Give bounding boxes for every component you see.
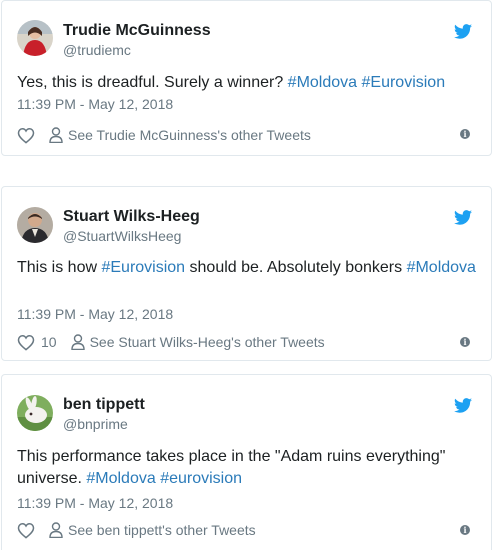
tweet-timestamp[interactable]: 11:39 PM - May 12, 2018 xyxy=(17,495,173,511)
author-handle[interactable]: @bnprime xyxy=(63,416,128,432)
tweet-card: Stuart Wilks-Heeg @StuartWilksHeeg This … xyxy=(1,186,492,361)
heart-icon[interactable] xyxy=(17,334,35,351)
person-icon xyxy=(70,334,85,350)
tweet-actions: See Trudie McGuinness's other Tweets xyxy=(17,125,311,145)
tweet-text: This performance takes place in the "Ada… xyxy=(17,446,477,490)
author-name[interactable]: Stuart Wilks-Heeg xyxy=(63,208,200,226)
twitter-bird-icon[interactable] xyxy=(454,24,472,39)
info-icon[interactable]: i xyxy=(460,129,470,139)
author-name[interactable]: ben tippett xyxy=(63,396,145,414)
hashtag-link[interactable]: #Eurovision xyxy=(101,259,185,276)
hashtag-link[interactable]: #Eurovision xyxy=(362,74,446,91)
tweet-text: Yes, this is dreadful. Surely a winner? … xyxy=(17,72,477,94)
author-name[interactable]: Trudie McGuinness xyxy=(63,22,211,40)
other-tweets-link[interactable]: See Trudie McGuinness's other Tweets xyxy=(68,127,311,143)
tweet-text: This is how #Eurovision should be. Absol… xyxy=(17,257,477,279)
hashtag-link[interactable]: #Moldova xyxy=(288,74,357,91)
twitter-bird-icon[interactable] xyxy=(454,210,472,225)
other-tweets-link[interactable]: See ben tippett's other Tweets xyxy=(68,522,256,538)
tweet-text-segment: Yes, this is dreadful. Surely a winner? xyxy=(17,74,288,91)
tweet-actions: 10 See Stuart Wilks-Heeg's other Tweets xyxy=(17,332,325,352)
tweet-timestamp[interactable]: 11:39 PM - May 12, 2018 xyxy=(17,96,173,112)
hashtag-link[interactable]: #Moldova xyxy=(407,259,476,276)
info-icon[interactable]: i xyxy=(460,525,470,535)
avatar[interactable] xyxy=(17,20,53,56)
tweet-actions: See ben tippett's other Tweets xyxy=(17,520,256,540)
like-count: 10 xyxy=(41,334,57,350)
tweet-text-segment: This is how xyxy=(17,259,102,276)
tweet-feed: Trudie McGuinness @trudiemc Yes, this is… xyxy=(0,0,499,550)
author-handle[interactable]: @StuartWilksHeeg xyxy=(63,228,181,244)
person-icon xyxy=(49,127,63,143)
author-handle[interactable]: @trudiemc xyxy=(63,42,131,58)
tweet-timestamp[interactable]: 11:39 PM - May 12, 2018 xyxy=(17,306,173,322)
heart-icon[interactable] xyxy=(17,127,35,144)
tweet-text-segment: should be. Absolutely bonkers xyxy=(185,259,407,276)
other-tweets-link[interactable]: See Stuart Wilks-Heeg's other Tweets xyxy=(90,334,325,350)
person-icon xyxy=(49,522,63,538)
heart-icon[interactable] xyxy=(17,522,35,539)
tweet-card: ben tippett @bnprime This performance ta… xyxy=(1,374,492,550)
avatar[interactable] xyxy=(17,395,53,431)
hashtag-link[interactable]: #Moldova xyxy=(86,470,155,487)
twitter-bird-icon[interactable] xyxy=(454,398,472,413)
avatar[interactable] xyxy=(17,207,53,243)
hashtag-link[interactable]: #eurovision xyxy=(160,470,242,487)
tweet-card: Trudie McGuinness @trudiemc Yes, this is… xyxy=(1,0,492,156)
info-icon[interactable]: i xyxy=(460,337,470,347)
